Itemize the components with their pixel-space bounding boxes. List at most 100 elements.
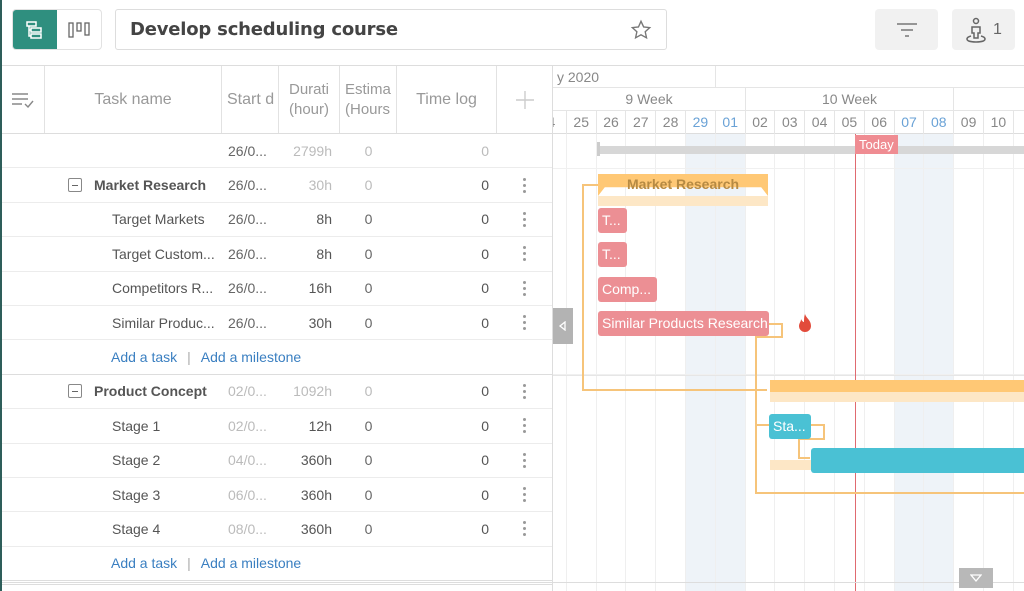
task-row[interactable]: Competitors R... 26/0... 16h 0 0 bbox=[2, 272, 552, 306]
dependency-link bbox=[582, 184, 598, 186]
gantt-view-button[interactable] bbox=[13, 10, 57, 49]
task-duration: 12h bbox=[308, 417, 332, 434]
task-timelog: 0 bbox=[481, 211, 489, 228]
timeline-day-column bbox=[553, 134, 567, 591]
group-name[interactable]: Market Research bbox=[94, 177, 206, 193]
task-start: 26/0... bbox=[228, 211, 267, 228]
task-start: 26/0... bbox=[228, 280, 267, 297]
task-start: 08/0... bbox=[228, 520, 267, 537]
add-milestone-link[interactable]: Add a milestone bbox=[201, 349, 301, 365]
dependency-link bbox=[798, 457, 810, 459]
task-bar-target-customers[interactable]: T... bbox=[598, 242, 627, 267]
task-name[interactable]: Competitors R... bbox=[2, 272, 222, 305]
collapse-toggle[interactable] bbox=[68, 178, 82, 193]
timeline-day: 26 bbox=[597, 111, 627, 134]
add-column-button[interactable] bbox=[497, 66, 552, 133]
project-row[interactable]: 26/0... 2799h 0 0 bbox=[2, 134, 552, 169]
more-vertical-icon bbox=[523, 315, 526, 331]
task-bar-target-markets[interactable]: T... bbox=[598, 208, 627, 233]
task-name[interactable]: Stage 3 bbox=[2, 478, 222, 511]
task-name[interactable]: Stage 2 bbox=[2, 444, 222, 477]
group-row-product-concept[interactable]: Product Concept 02/0... 1092h 0 0 bbox=[2, 375, 552, 410]
task-duration: 16h bbox=[308, 280, 332, 297]
summary-bar-product-concept-shadow bbox=[770, 392, 1024, 402]
row-menu-button[interactable] bbox=[497, 203, 552, 236]
star-icon[interactable] bbox=[630, 19, 652, 41]
scroll-down-button[interactable] bbox=[959, 568, 993, 588]
task-bar-stage-1[interactable]: Sta... bbox=[769, 414, 811, 439]
task-row[interactable]: Stage 2 04/0... 360h 0 0 bbox=[2, 444, 552, 478]
task-estimate: 0 bbox=[364, 142, 373, 159]
timeline-day-column bbox=[835, 134, 865, 591]
timeline-day: 28 bbox=[656, 111, 686, 134]
timeline-horizontal-scrollbar[interactable] bbox=[553, 582, 1024, 585]
project-summary-bar[interactable] bbox=[598, 146, 1024, 154]
users-button[interactable]: 1 bbox=[952, 9, 1015, 50]
task-row[interactable]: Target Custom... 26/0... 8h 0 0 bbox=[2, 237, 552, 272]
timeline-day: 07 bbox=[895, 111, 925, 134]
task-bar-similar-products[interactable]: Similar Products Research bbox=[598, 311, 769, 336]
task-row[interactable]: Target Markets 26/0... 8h 0 0 bbox=[2, 203, 552, 238]
more-vertical-icon bbox=[523, 177, 526, 193]
fire-icon bbox=[799, 314, 811, 332]
column-menu-button[interactable] bbox=[2, 66, 45, 133]
add-task-link[interactable]: Add a task bbox=[111, 555, 177, 571]
timeline-week: 9 Week bbox=[553, 88, 746, 111]
row-menu-button[interactable] bbox=[497, 478, 552, 511]
add-task-link[interactable]: Add a task bbox=[111, 349, 177, 365]
add-row-product-concept: Add a task | Add a milestone bbox=[2, 547, 552, 582]
column-header-duration[interactable]: Durati (hour) bbox=[279, 66, 340, 133]
row-menu-button[interactable] bbox=[497, 512, 552, 545]
column-header-start-date[interactable]: Start d bbox=[222, 66, 279, 133]
add-row-market-research: Add a task | Add a milestone bbox=[2, 340, 552, 375]
board-view-button[interactable] bbox=[57, 10, 101, 49]
row-menu-button[interactable] bbox=[497, 409, 552, 442]
task-name[interactable]: Stage 4 bbox=[2, 512, 222, 545]
column-header-estimate[interactable]: Estima (Hours bbox=[340, 66, 397, 133]
timeline-week: 10 Week bbox=[746, 88, 954, 111]
estimate-header-line1: Estima bbox=[345, 80, 391, 98]
row-menu-button[interactable] bbox=[497, 444, 552, 477]
task-bar-stage-2[interactable] bbox=[811, 448, 1024, 473]
grid-horizontal-scrollbar[interactable] bbox=[2, 582, 552, 585]
row-menu-button[interactable] bbox=[497, 237, 552, 270]
task-estimate: 0 bbox=[364, 452, 373, 469]
row-menu-button[interactable] bbox=[497, 272, 552, 305]
task-timelog: 0 bbox=[481, 314, 489, 331]
task-grid: Task name Start d Durati (hour) Estima (… bbox=[2, 65, 552, 591]
task-start: 06/0... bbox=[228, 486, 267, 503]
add-milestone-link[interactable]: Add a milestone bbox=[201, 555, 301, 571]
row-menu-button[interactable] bbox=[497, 375, 552, 408]
task-row[interactable]: Stage 3 06/0... 360h 0 0 bbox=[2, 478, 552, 513]
timeline-day: 25 bbox=[567, 111, 597, 134]
row-menu-button[interactable] bbox=[497, 306, 552, 339]
column-header-time-log[interactable]: Time log bbox=[397, 66, 497, 133]
task-row[interactable]: Similar Produc... 26/0... 30h 0 0 bbox=[2, 306, 552, 341]
row-menu-button[interactable] bbox=[497, 168, 552, 201]
task-name[interactable]: Target Markets bbox=[2, 203, 222, 236]
timeline-day: 01 bbox=[716, 111, 746, 134]
more-vertical-icon bbox=[523, 280, 526, 296]
filter-button[interactable] bbox=[875, 9, 938, 50]
task-duration: 30h bbox=[308, 177, 332, 194]
task-estimate: 0 bbox=[364, 245, 373, 262]
task-row[interactable]: Stage 1 02/0... 12h 0 0 bbox=[2, 409, 552, 444]
timeline-day: 05 bbox=[835, 111, 865, 134]
task-name[interactable]: Target Custom... bbox=[2, 237, 222, 270]
user-location-icon bbox=[966, 17, 986, 43]
collapse-grid-button[interactable] bbox=[553, 308, 573, 344]
group-name[interactable]: Product Concept bbox=[94, 383, 207, 399]
group-row-market-research[interactable]: Market Research 26/0... 30h 0 0 bbox=[2, 168, 552, 203]
task-name bbox=[2, 134, 222, 167]
task-estimate: 0 bbox=[364, 417, 373, 434]
dependency-link bbox=[755, 336, 757, 493]
task-name[interactable]: Similar Produc... bbox=[2, 306, 222, 339]
timeline-day-column bbox=[775, 134, 806, 591]
project-title-field[interactable]: Develop scheduling course bbox=[115, 9, 667, 50]
collapse-toggle[interactable] bbox=[68, 384, 82, 399]
column-header-task-name[interactable]: Task name bbox=[45, 66, 222, 133]
task-bar-competitors[interactable]: Comp... bbox=[598, 277, 657, 302]
task-row[interactable]: Stage 4 08/0... 360h 0 0 bbox=[2, 512, 552, 547]
task-name[interactable]: Stage 1 bbox=[2, 409, 222, 442]
more-vertical-icon bbox=[523, 418, 526, 434]
